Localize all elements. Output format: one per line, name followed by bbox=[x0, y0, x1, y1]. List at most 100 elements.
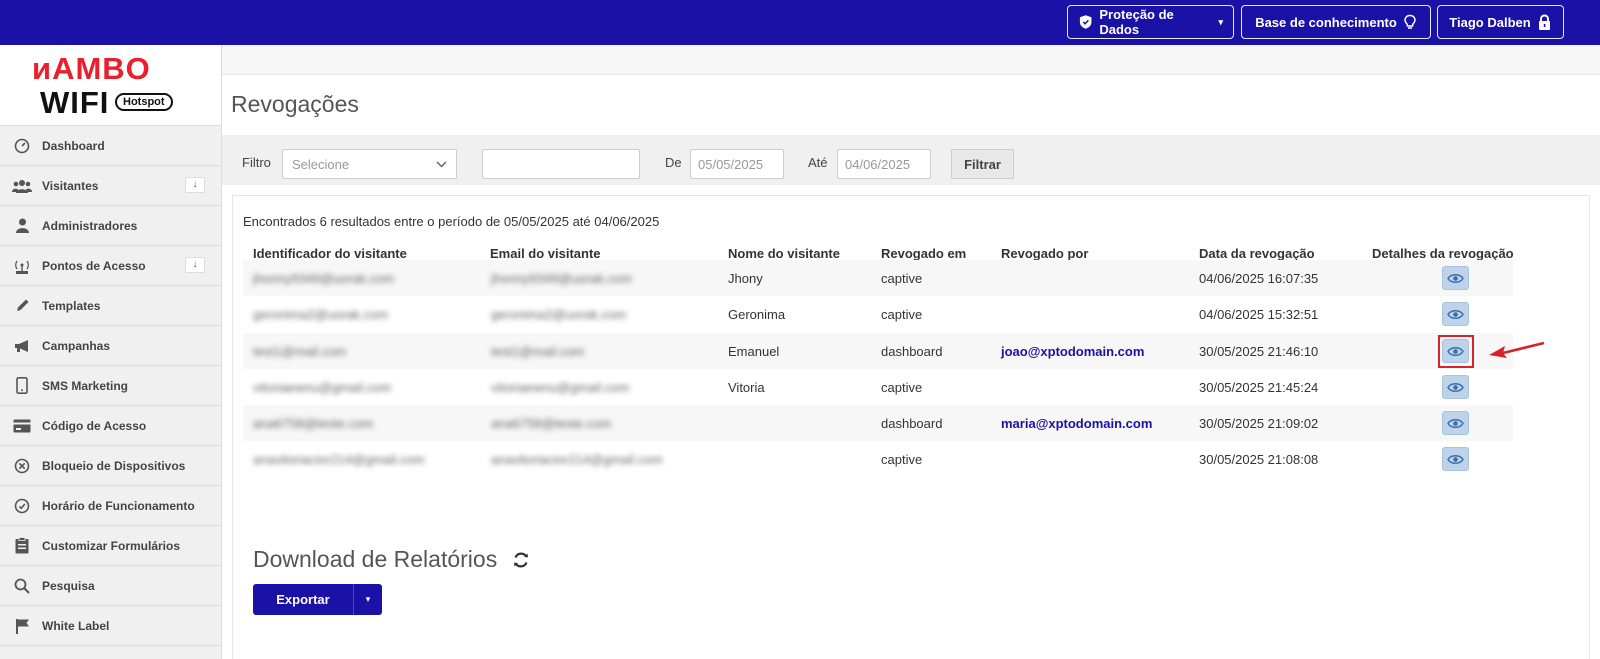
sidebar-item-bloqueio-de-dispositivos[interactable]: Bloqueio de Dispositivos bbox=[0, 446, 221, 486]
cell-revocation-date: 30/05/2025 21:46:10 bbox=[1199, 344, 1319, 359]
sidebar-item-templates[interactable]: Templates bbox=[0, 286, 221, 326]
logo-line2: WIFI bbox=[40, 85, 110, 120]
sidebar-item-administradores[interactable]: Administradores bbox=[0, 206, 221, 246]
cell-visitor-email: jhonny9349@uorak.com bbox=[491, 271, 633, 286]
cell-visitor-email: test1@mail.com bbox=[491, 344, 585, 359]
header-revoked-in: Revogado em bbox=[881, 246, 967, 261]
filter-button[interactable]: Filtrar bbox=[951, 149, 1014, 179]
gauge-icon bbox=[12, 136, 32, 156]
top-bar: Proteção de Dados ▾ Base de conhecimento… bbox=[0, 0, 1600, 45]
cell-visitor-id: anavitoriacior214@gmail.com bbox=[253, 452, 425, 467]
from-date-input[interactable] bbox=[690, 149, 784, 179]
pointer-arrow-icon bbox=[1489, 341, 1545, 366]
logo-line1: ᴎAMBO bbox=[32, 51, 151, 87]
downloads-title: Download de Relatórios bbox=[253, 546, 498, 572]
user-menu-button[interactable]: Tiago Dalben bbox=[1437, 5, 1564, 39]
cell-revocation-date: 30/05/2025 21:09:02 bbox=[1199, 416, 1319, 431]
antenna-icon bbox=[12, 256, 32, 276]
cell-revoked-in: captive bbox=[881, 271, 923, 286]
eye-icon bbox=[1447, 418, 1464, 428]
view-details-button[interactable] bbox=[1442, 375, 1469, 399]
sidebar-item-codigo-de-acesso[interactable]: Código de Acesso bbox=[0, 406, 221, 446]
filter-label: Filtro bbox=[242, 155, 271, 170]
data-protection-label: Proteção de Dados bbox=[1099, 7, 1174, 37]
cell-revoked-in: dashboard bbox=[881, 416, 943, 431]
sidebar-item-label: Templates bbox=[42, 298, 101, 313]
expand-badge[interactable]: ↓ bbox=[185, 177, 205, 193]
cell-visitor-email: ana6758@teste.com bbox=[491, 416, 612, 431]
lock-icon bbox=[1538, 13, 1550, 30]
expand-badge[interactable]: ↓ bbox=[185, 257, 205, 273]
cell-visitor-id: jhonny9349@uorak.com bbox=[253, 271, 395, 286]
search-icon bbox=[12, 576, 32, 596]
sidebar-item-sms-marketing[interactable]: SMS Marketing bbox=[0, 366, 221, 406]
cell-visitor-email: anavitoriacior214@gmail.com bbox=[491, 452, 663, 467]
refresh-icon[interactable] bbox=[511, 550, 531, 570]
sidebar-item-label: Horário de Funcionamento bbox=[42, 498, 195, 513]
header-visitor-email: Email do visitante bbox=[490, 246, 601, 261]
table-row: ana6758@teste.com ana6758@teste.com dashbo… bbox=[243, 405, 1513, 441]
results-summary: Encontrados 6 resultados entre o período… bbox=[243, 214, 660, 229]
table-row: test1@mail.com test1@mail.com Emanuel dashb… bbox=[243, 333, 1545, 369]
clock-icon bbox=[12, 496, 32, 516]
user-icon bbox=[12, 216, 32, 236]
cell-visitor-id: geronima2@uorak.com bbox=[253, 307, 389, 322]
export-dropdown-toggle[interactable]: ▾ bbox=[353, 584, 382, 615]
phone-icon bbox=[12, 376, 32, 396]
users-icon bbox=[12, 176, 32, 196]
sidebar-item-dashboard[interactable]: Dashboard bbox=[0, 126, 221, 166]
view-details-button[interactable] bbox=[1442, 447, 1469, 471]
block-icon bbox=[12, 456, 32, 476]
clipboard-icon bbox=[12, 536, 32, 556]
sidebar-item-white-label[interactable]: White Label bbox=[0, 606, 221, 646]
sidebar-item-label: Pesquisa bbox=[42, 578, 95, 593]
logo-badge: Hotspot bbox=[115, 93, 173, 111]
cell-revocation-date: 30/05/2025 21:08:08 bbox=[1199, 452, 1319, 467]
highlight-box bbox=[1438, 335, 1474, 368]
sidebar-item-label: Pontos de Acesso bbox=[42, 258, 146, 273]
user-name: Tiago Dalben bbox=[1449, 14, 1531, 30]
cell-visitor-name: Jhony bbox=[728, 271, 763, 286]
header-revocation-date: Data da revogação bbox=[1199, 246, 1315, 261]
table-row: jhonny9349@uorak.com jhonny9349@uorak.com… bbox=[243, 260, 1513, 296]
data-protection-button[interactable]: Proteção de Dados ▾ bbox=[1067, 5, 1234, 39]
sidebar-item-campanhas[interactable]: Campanhas bbox=[0, 326, 221, 366]
cell-revoked-by[interactable]: maria@xptodomain.com bbox=[1001, 416, 1152, 431]
view-details-button[interactable] bbox=[1442, 411, 1469, 435]
cell-visitor-name: Vitoria bbox=[728, 380, 765, 395]
logo[interactable]: ᴎAMBO WIFI Hotspot bbox=[0, 45, 221, 126]
page-title: Revogações bbox=[231, 91, 359, 117]
view-details-button[interactable] bbox=[1442, 266, 1469, 290]
downloads-section-title: Download de Relatórios bbox=[253, 546, 531, 573]
cell-visitor-name: Emanuel bbox=[728, 344, 780, 359]
sidebar: ᴎAMBO WIFI Hotspot Dashboard Visitantes ↓ A… bbox=[0, 45, 222, 659]
filter-select[interactable]: Selecione bbox=[282, 149, 457, 179]
cell-revoked-in: captive bbox=[881, 452, 923, 467]
cell-revocation-date: 30/05/2025 21:45:24 bbox=[1199, 380, 1319, 395]
knowledge-base-button[interactable]: Base de conhecimento bbox=[1241, 5, 1431, 39]
sidebar-item-label: Dashboard bbox=[42, 138, 105, 153]
sidebar-item-pontos-de-acesso[interactable]: Pontos de Acesso ↓ bbox=[0, 246, 221, 286]
view-details-button[interactable] bbox=[1442, 302, 1469, 326]
logo-n-mark: ᴎ bbox=[32, 51, 53, 86]
cell-revocation-date: 04/06/2025 16:07:35 bbox=[1199, 271, 1319, 286]
header-visitor-id: Identificador do visitante bbox=[253, 246, 407, 261]
eye-icon bbox=[1447, 382, 1464, 392]
cell-revoked-by[interactable]: joao@xptodomain.com bbox=[1001, 344, 1144, 359]
export-button[interactable]: Exportar bbox=[253, 584, 353, 615]
logo-line1-text: AMBO bbox=[52, 51, 151, 86]
knowledge-base-label: Base de conhecimento bbox=[1255, 14, 1397, 30]
sidebar-item-visitantes[interactable]: Visitantes ↓ bbox=[0, 166, 221, 206]
caret-down-icon: ▾ bbox=[365, 594, 371, 604]
sidebar-item-label: Campanhas bbox=[42, 338, 111, 353]
export-button-group: Exportar ▾ bbox=[253, 584, 382, 615]
sidebar-item-customizar-formularios[interactable]: Customizar Formulários bbox=[0, 526, 221, 566]
filter-text-input[interactable] bbox=[482, 149, 640, 179]
from-date-label: De bbox=[665, 155, 682, 170]
cell-revoked-in: captive bbox=[881, 380, 923, 395]
sidebar-item-horario-de-funcionamento[interactable]: Horário de Funcionamento bbox=[0, 486, 221, 526]
to-date-input[interactable] bbox=[837, 149, 931, 179]
sidebar-item-pesquisa[interactable]: Pesquisa bbox=[0, 566, 221, 606]
table-row: geronima2@uorak.com geronima2@uorak.com Ge… bbox=[243, 296, 1513, 332]
lightbulb-icon bbox=[1404, 14, 1416, 29]
